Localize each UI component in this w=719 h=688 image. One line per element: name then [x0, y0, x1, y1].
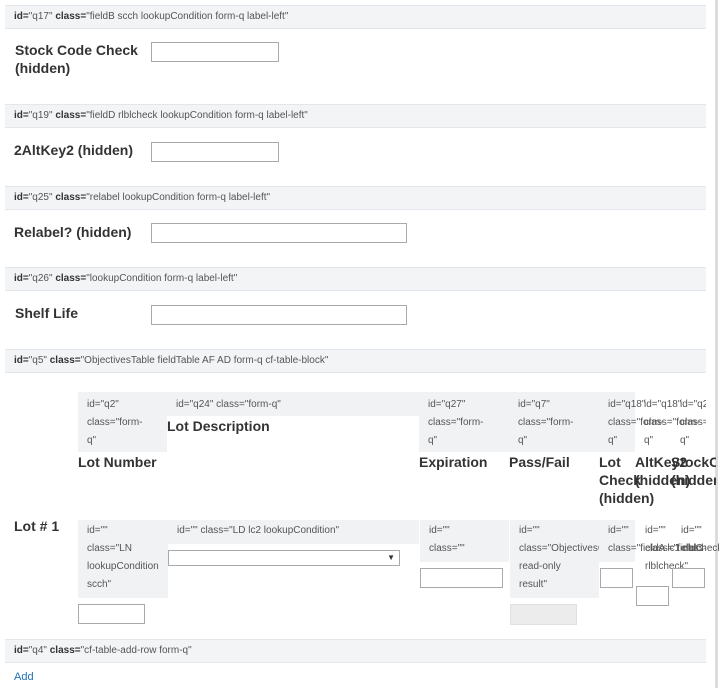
add-row-link[interactable]: Add — [14, 671, 34, 683]
table-cell-expiration: id="" class="" — [420, 520, 509, 562]
column-label-pass-fail: Pass/Fail — [509, 454, 570, 470]
table-header-q18: id="q18" class="form- q" — [599, 392, 664, 452]
expiration-input[interactable] — [420, 568, 503, 588]
altkey2-label: 2AltKey2 (hidden) — [14, 142, 134, 158]
relabel-input[interactable] — [151, 223, 407, 243]
table-cell-altkey2: id="" class="fieldC rlblcheck" — [645, 525, 703, 572]
altkey2-input[interactable] — [151, 142, 279, 162]
lot-check-input[interactable] — [600, 568, 633, 588]
table-cell-pass-fail: id="" class="ObjectivesCorrect read-only… — [510, 520, 631, 598]
table-cell-lot-check: id="" class="fieldA lc1 rlblcheck" — [599, 520, 719, 562]
column-label-lot-number: Lot Number — [78, 454, 157, 470]
column-label-stockcode: StockCode (hidden) — [671, 454, 716, 488]
field-bar-q19: id="q19" class="fieldD rlblcheck lookupC… — [5, 104, 706, 128]
pass-fail-result — [510, 604, 577, 625]
shelf-life-input[interactable] — [151, 305, 407, 325]
table-cell-lot-description: id="" class="LD lc2 lookupCondition" — [168, 520, 419, 544]
column-label-expiration: Expiration — [419, 454, 488, 470]
table-header-q2: id="q2" class="form- q" — [78, 392, 167, 452]
lot-number-input[interactable] — [78, 604, 145, 624]
class-keyword: class= — [55, 11, 87, 22]
relabel-label: Relabel? (hidden) — [14, 224, 132, 240]
table-header-q7: id="q7" class="form- q" — [509, 392, 599, 452]
table-cell-lot-number: id="" class="LN lookupCondition scch" — [78, 520, 168, 598]
field-bar-q5: id="q5" class="ObjectivesTable fieldTabl… — [5, 349, 706, 373]
field-bar-q17: id="q17" class="fieldB scch lookupCondit… — [5, 5, 706, 29]
field-class-text: "fieldB scch lookupCondition form-q labe… — [86, 11, 289, 22]
field-bar-q26: id="q26" class="lookupCondition form-q l… — [5, 267, 706, 291]
field-id-text: "q17" — [28, 11, 53, 22]
page-scroll-edge — [715, 0, 718, 688]
lot-description-select[interactable]: ▼ — [168, 550, 400, 566]
altkey2-row-input[interactable] — [636, 586, 669, 606]
field-bar-q4: id="q4" class="cf-table-add-row form-q" — [5, 639, 706, 663]
stock-code-check-label: Stock Code Check (hidden) — [15, 42, 138, 76]
id-keyword: id= — [14, 11, 29, 22]
column-label-lot-description: Lot Description — [167, 418, 270, 434]
table-header-q18b: id="q18" class="form- q" — [644, 399, 700, 446]
table-cell-stockcode: id="" class="" — [681, 525, 706, 554]
row-label-lot-1: Lot # 1 — [14, 518, 60, 534]
table-header-q27: id="q27" class="form- q" — [419, 392, 509, 452]
stock-code-check-input[interactable] — [151, 42, 279, 62]
table-header-q20: id="q20" class="form- q" — [680, 399, 706, 446]
chevron-down-icon: ▼ — [387, 553, 395, 562]
table-header-q24: id="q24" class="form-q" — [167, 392, 419, 416]
shelf-life-label: Shelf Life — [15, 305, 79, 321]
stockcode-input[interactable] — [672, 568, 705, 588]
field-bar-q25: id="q25" class="relabel lookupCondition … — [5, 186, 706, 210]
